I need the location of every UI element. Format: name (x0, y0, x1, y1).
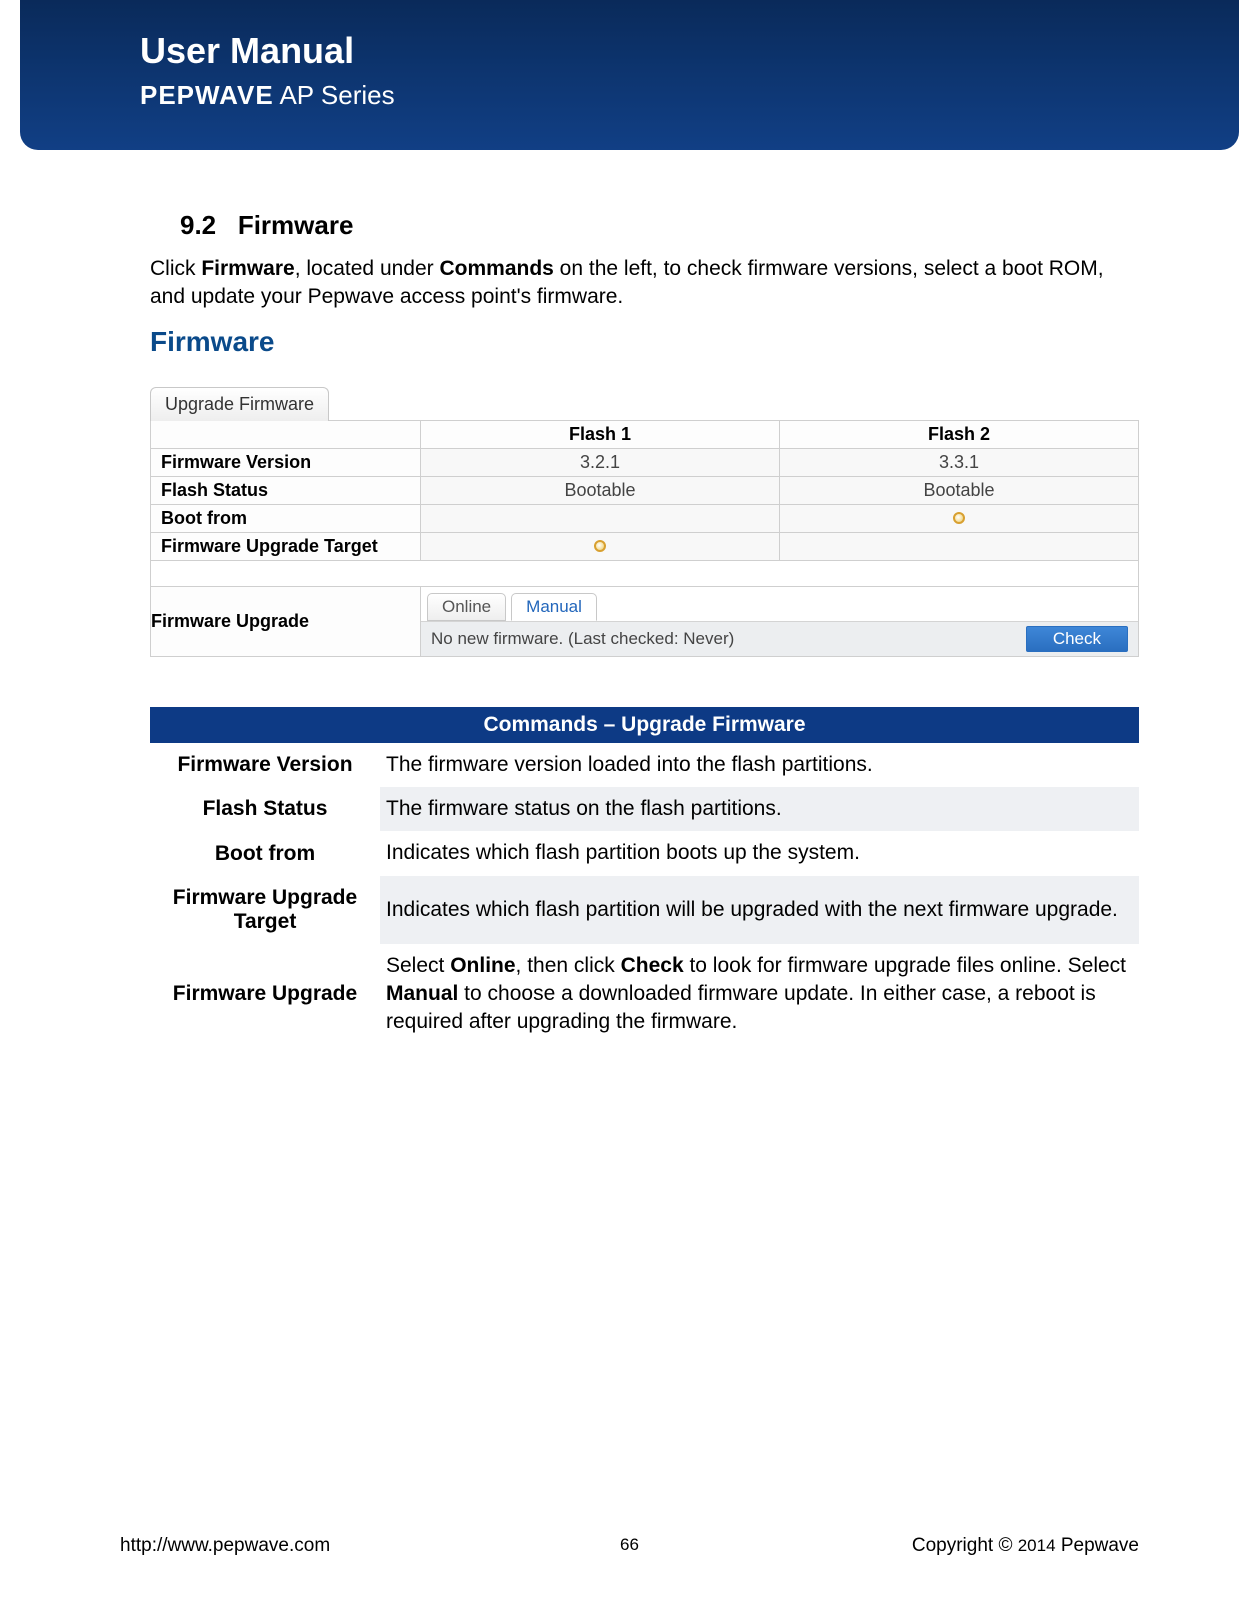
page-footer: http://www.pepwave.com 66 Copyright © 20… (120, 1535, 1139, 1557)
brand-line: PEPWAVE AP Series (140, 80, 1199, 111)
col-flash1: Flash 1 (421, 420, 780, 448)
desc-label: Firmware Upgrade (150, 944, 380, 1045)
row-flash-status-label: Flash Status (151, 476, 421, 504)
upgrade-target-1[interactable] (421, 532, 780, 560)
firmware-status-text: No new firmware. (Last checked: Never) (431, 629, 734, 649)
desc-text: Select Online, then click Check to look … (380, 944, 1139, 1045)
flash-status-2: Bootable (780, 476, 1139, 504)
radio-icon (953, 512, 965, 524)
desc-label: Firmware Upgrade Target (150, 876, 380, 944)
tab-upgrade-firmware[interactable]: Upgrade Firmware (150, 387, 329, 421)
row-boot-from-label: Boot from (151, 504, 421, 532)
section-heading: 9.2 Firmware (180, 210, 1139, 241)
spacer (151, 560, 1139, 586)
sub-tab-online[interactable]: Online (427, 593, 506, 621)
desc-label: Boot from (150, 831, 380, 875)
brand-light: AP Series (274, 80, 395, 110)
footer-url: http://www.pepwave.com (120, 1535, 330, 1557)
desc-label: Firmware Version (150, 743, 380, 787)
flash-status-1: Bootable (421, 476, 780, 504)
firmware-upgrade-cell: Online Manual No new firmware. (Last che… (421, 586, 1139, 656)
check-button[interactable]: Check (1026, 626, 1128, 652)
intro-paragraph: Click Firmware, located under Commands o… (150, 255, 1139, 312)
row-firmware-upgrade-label: Firmware Upgrade (151, 586, 421, 656)
section-title: Firmware (238, 210, 354, 240)
desc-label: Flash Status (150, 787, 380, 831)
footer-copyright: Copyright © 2014 Pepwave (912, 1535, 1139, 1557)
col-empty (151, 420, 421, 448)
commands-desc-table: Commands – Upgrade Firmware Firmware Ver… (150, 707, 1139, 1045)
desc-table-header: Commands – Upgrade Firmware (150, 707, 1139, 743)
section-number: 9.2 (180, 210, 216, 240)
firmware-heading: Firmware (150, 326, 1139, 358)
brand-bold: PEPWAVE (140, 80, 274, 110)
desc-text: Indicates which flash partition will be … (380, 876, 1139, 944)
radio-icon (594, 540, 606, 552)
boot-from-2[interactable] (780, 504, 1139, 532)
doc-header: User Manual PEPWAVE AP Series (20, 0, 1239, 150)
fw-version-2: 3.3.1 (780, 448, 1139, 476)
page-content: 9.2 Firmware Click Firmware, located und… (0, 150, 1259, 1045)
boot-from-1[interactable] (421, 504, 780, 532)
doc-title: User Manual (140, 30, 1199, 72)
fw-version-1: 3.2.1 (421, 448, 780, 476)
sub-tab-manual[interactable]: Manual (511, 593, 597, 621)
desc-text: The firmware version loaded into the fla… (380, 743, 1139, 787)
page-number: 66 (620, 1535, 639, 1555)
col-flash2: Flash 2 (780, 420, 1139, 448)
firmware-table: Flash 1 Flash 2 Firmware Version 3.2.1 3… (150, 420, 1139, 657)
desc-text: The firmware status on the flash partiti… (380, 787, 1139, 831)
row-upgrade-target-label: Firmware Upgrade Target (151, 532, 421, 560)
desc-text: Indicates which flash partition boots up… (380, 831, 1139, 875)
upgrade-target-2[interactable] (780, 532, 1139, 560)
firmware-screenshot: Firmware Upgrade Firmware Flash 1 Flash … (150, 326, 1139, 657)
row-fw-version-label: Firmware Version (151, 448, 421, 476)
